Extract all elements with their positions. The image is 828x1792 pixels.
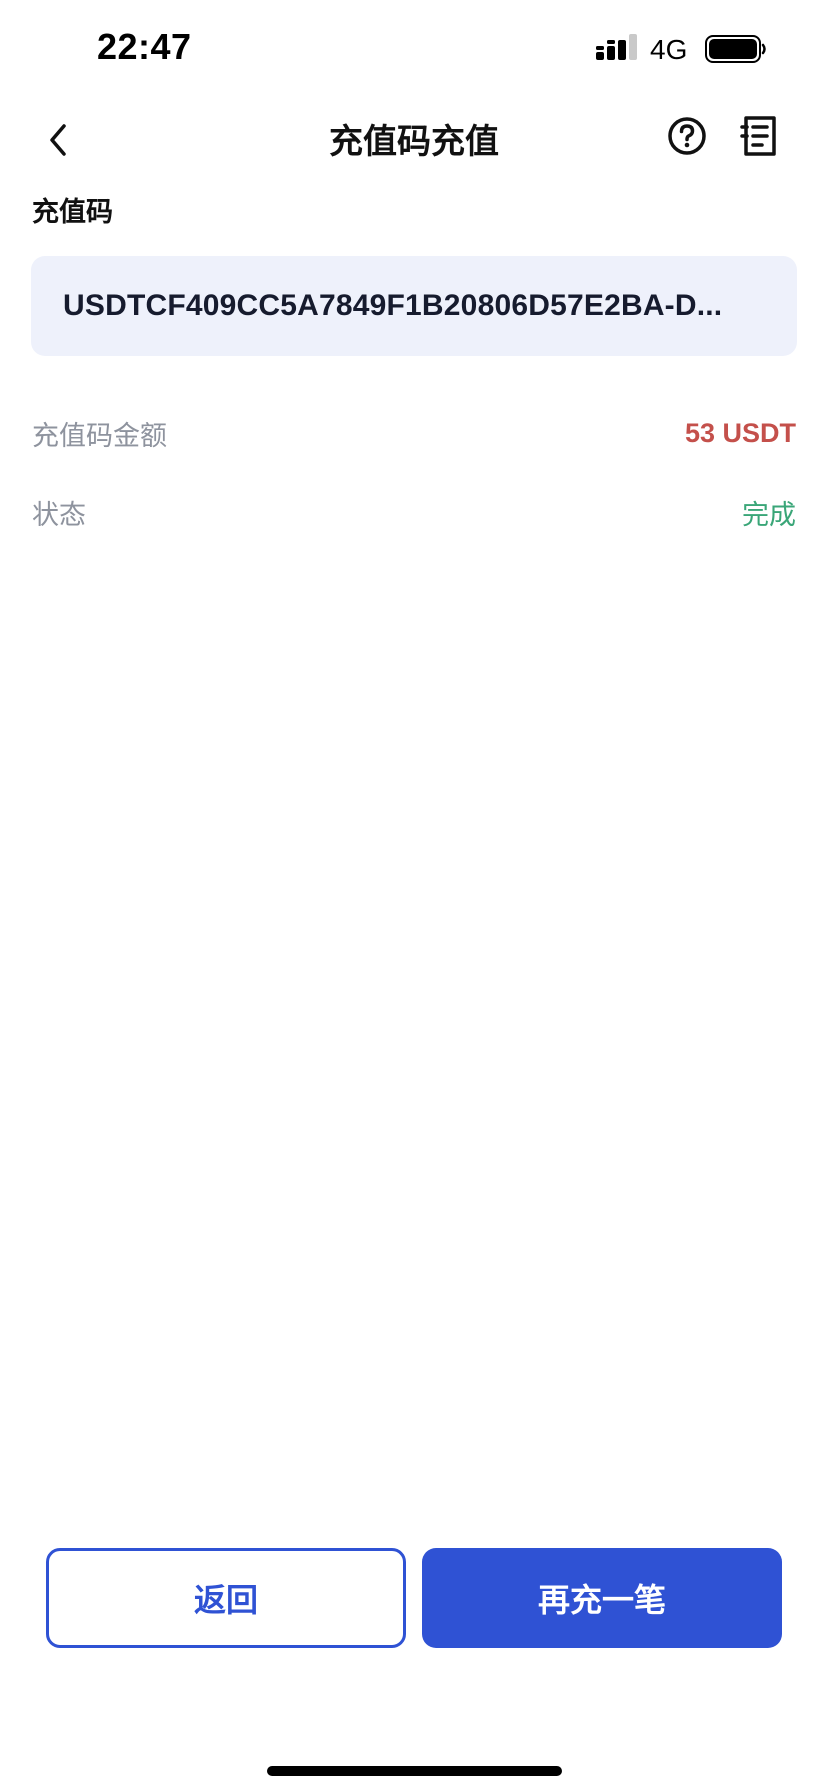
record-list-icon[interactable] [738,112,782,160]
question-circle-icon[interactable] [665,114,709,158]
recharge-code-field[interactable]: USDTCF409CC5A7849F1B20806D57E2BA-D... [31,256,797,356]
status-value: 完成 [742,499,796,530]
recharge-code-value: USDTCF409CC5A7849F1B20806D57E2BA-D... [63,289,723,322]
home-indicator [267,1766,562,1776]
nav-bar: 充值码充值 [0,100,828,190]
status-bar: 22:47 4G [0,0,828,100]
status-label: 状态 [32,499,86,530]
amount-row: 充值码金额 53 USDT [32,413,796,453]
back-action-button[interactable]: 返回 [46,1548,406,1648]
amount-label: 充值码金额 [32,420,167,451]
recharge-again-button[interactable]: 再充一笔 [422,1548,782,1648]
status-row: 状态 完成 [32,492,796,532]
signal-strength-icon [596,34,637,60]
battery-icon [705,35,766,63]
status-time: 22:47 [97,26,192,67]
amount-value: 53 USDT [684,417,796,448]
recharge-code-label: 充值码 [32,197,113,227]
network-type-label: 4G [650,34,688,65]
